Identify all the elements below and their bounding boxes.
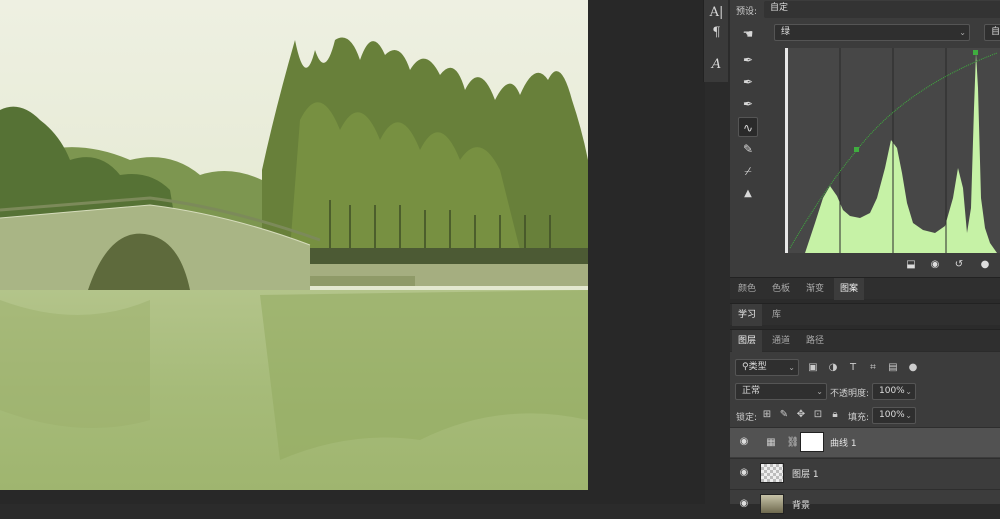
filter-smart-object-icon[interactable]: ▤ — [886, 360, 900, 376]
blend-mode-value: 正常 — [742, 386, 761, 396]
layer-thumbnail — [760, 463, 784, 483]
lock-artboard-icon[interactable]: ⊡ — [811, 407, 825, 423]
layer-mask-thumbnail[interactable] — [800, 432, 824, 452]
tab-channels[interactable]: 通道 — [766, 330, 796, 352]
layer-name: 曲线 1 — [830, 439, 857, 449]
opacity-label: 不透明度: — [830, 389, 870, 399]
preset-dropdown[interactable]: 自定 — [764, 1, 1000, 18]
fill-value: 100% — [879, 410, 905, 420]
layer-filter-icons: ▣ ◑ T ⌗ ▤ ● — [806, 360, 926, 376]
layer-row-curves[interactable]: ◉ ▦ ⛓ 曲线 1 — [730, 427, 1000, 457]
visibility-icon[interactable]: ● — [976, 257, 994, 273]
clip-warning-icon[interactable]: ▲ — [738, 184, 758, 204]
auto-button[interactable]: 自动 — [984, 24, 1000, 41]
learn-panel-tabbar: 学习 库 — [730, 303, 1000, 326]
eye-icon[interactable]: ◉ — [738, 498, 750, 510]
chevron-down-icon: ⌄ — [788, 363, 795, 372]
lock-label: 锁定: — [736, 413, 758, 423]
curve-point-icon[interactable]: ∿ — [738, 117, 758, 137]
smooth-icon[interactable]: ⌿ — [738, 161, 758, 181]
lock-all-icon[interactable]: 🔒︎ — [828, 407, 842, 423]
reset-icon[interactable]: ↺ — [950, 257, 968, 273]
preset-label: 预设: — [736, 7, 758, 17]
opacity-field[interactable]: 100% ⌄ — [872, 383, 916, 400]
layer-filter-dropdown[interactable]: ⚲类型 ⌄ — [735, 359, 799, 376]
tab-paths[interactable]: 路径 — [800, 330, 830, 352]
channel-value: 绿 — [781, 27, 791, 37]
layers-panel-tabbar: 图层 通道 路径 — [730, 329, 1000, 352]
filter-toggle-icon[interactable]: ● — [906, 360, 920, 376]
filter-pixel-icon[interactable]: ▣ — [806, 360, 820, 376]
tab-gradients[interactable]: 渐变 — [800, 278, 830, 300]
layer-thumbnail — [760, 494, 784, 514]
layer-row-background[interactable]: ◉ 背景 — [730, 489, 1000, 519]
view-previous-icon[interactable]: ◉ — [926, 257, 944, 273]
layer-name: 背景 — [792, 501, 811, 511]
panel-tool-strip: A| ¶ A — [703, 0, 728, 82]
fill-field[interactable]: 100% ⌄ — [872, 407, 916, 424]
chevron-down-icon: ⌄ — [905, 411, 912, 420]
clip-to-layer-icon[interactable]: ⬓ — [902, 257, 920, 273]
text-vertical-icon[interactable]: A| — [704, 2, 729, 24]
paragraph-icon[interactable]: ¶ — [704, 22, 729, 44]
filter-shape-icon[interactable]: ⌗ — [866, 360, 880, 376]
chevron-down-icon: ⌄ — [959, 28, 966, 37]
chevron-down-icon: ⌄ — [816, 387, 823, 396]
blend-mode-dropdown[interactable]: 正常 ⌄ — [735, 383, 827, 400]
tab-swatches[interactable]: 色板 — [766, 278, 796, 300]
filter-adjustment-icon[interactable]: ◑ — [826, 360, 840, 376]
auto-label: 自动 — [991, 27, 1000, 37]
layer-name: 图层 1 — [792, 470, 819, 480]
tab-library[interactable]: 库 — [766, 304, 787, 326]
curves-histogram — [785, 48, 1000, 253]
tab-learn[interactable]: 学习 — [732, 304, 763, 326]
link-icon[interactable]: ⛓ — [786, 435, 800, 451]
landscape-photo — [0, 0, 588, 490]
eye-icon[interactable]: ◉ — [738, 436, 750, 448]
tab-layers[interactable]: 图层 — [732, 330, 763, 352]
layers-panel: ⚲类型 ⌄ ▣ ◑ T ⌗ ▤ ● 正常 ⌄ 不透明度: 100% ⌄ 锁定: ⊞ ✎… — [730, 352, 1000, 514]
document-canvas-area[interactable] — [0, 0, 590, 504]
pencil-icon[interactable]: ✎ — [738, 139, 758, 159]
tab-color[interactable]: 颜色 — [732, 278, 762, 300]
filter-type-icon[interactable]: T — [846, 360, 860, 376]
preset-value: 自定 — [770, 3, 789, 13]
eye-icon[interactable]: ◉ — [738, 467, 750, 479]
hand-adjust-icon[interactable]: ☚ — [738, 24, 758, 44]
color-panel-tabbar: 颜色 色板 渐变 图案 — [730, 277, 1000, 300]
eyedropper-white-icon[interactable]: ✒ — [738, 94, 758, 114]
eyedropper-black-icon[interactable]: ✒ — [738, 50, 758, 70]
lock-position-icon[interactable]: ✥ — [794, 407, 808, 423]
chevron-down-icon: ⌄ — [905, 387, 912, 396]
search-icon: ⚲ — [742, 362, 749, 372]
lock-transparent-icon[interactable]: ⊞ — [760, 407, 774, 423]
filter-label: 类型 — [748, 362, 767, 372]
tab-patterns[interactable]: 图案 — [834, 278, 865, 300]
eyedropper-gray-icon[interactable]: ✒ — [738, 72, 758, 92]
curves-bottom-toolbar: ⬓ ◉ ↺ ● — [730, 255, 1000, 275]
lock-icons: ⊞ ✎ ✥ ⊡ 🔒︎ — [760, 407, 855, 423]
photo-canvas[interactable] — [0, 0, 588, 490]
character-style-icon[interactable]: A — [704, 54, 729, 76]
lock-image-icon[interactable]: ✎ — [777, 407, 791, 423]
opacity-value: 100% — [879, 386, 905, 396]
curves-graph[interactable] — [785, 48, 1000, 253]
fill-label: 填充: — [848, 413, 870, 423]
channel-dropdown[interactable]: 绿 ⌄ — [774, 24, 970, 41]
canvas-pasteboard — [590, 0, 705, 504]
curves-adjustment-icon: ▦ — [766, 437, 776, 448]
layer-row-layer1[interactable]: ◉ 图层 1 — [730, 458, 1000, 488]
